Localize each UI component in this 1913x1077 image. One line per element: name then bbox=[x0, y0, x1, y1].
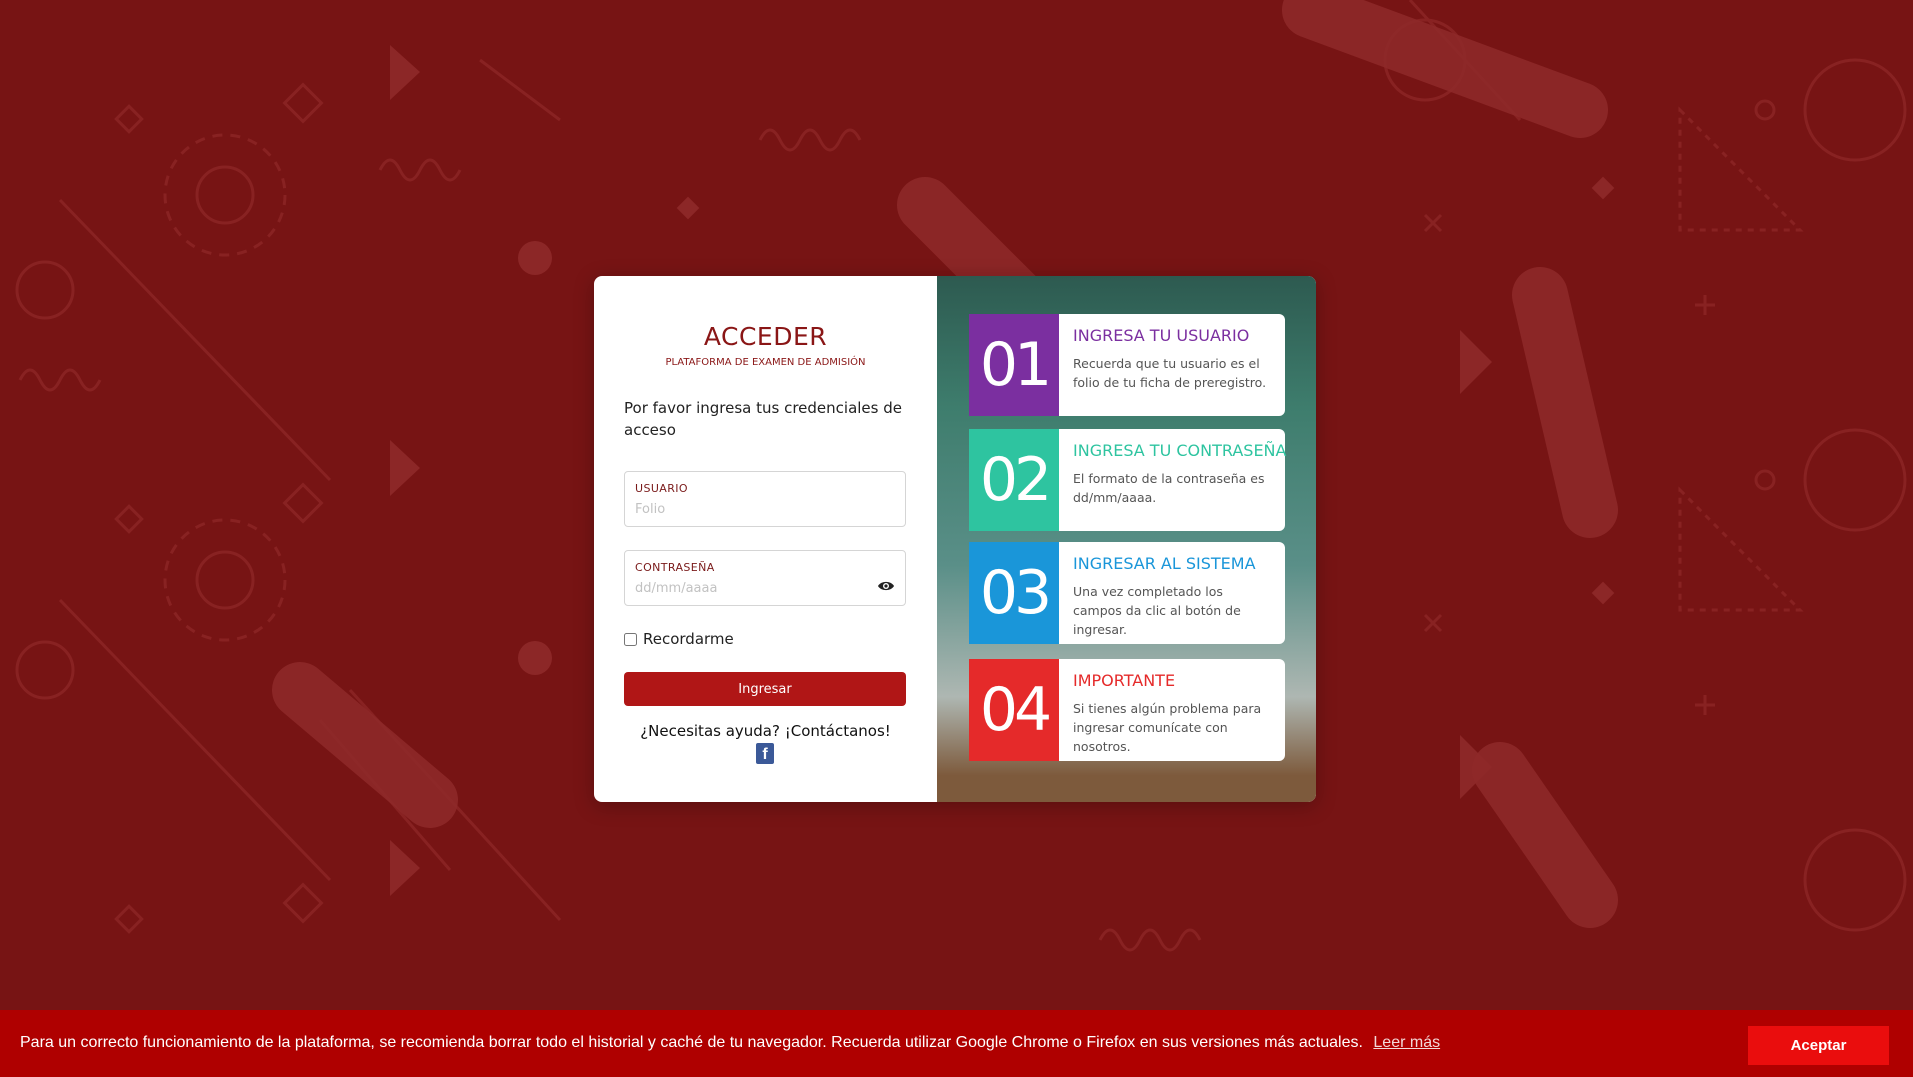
facebook-icon[interactable]: f bbox=[756, 743, 774, 764]
instructions-panel: 01 INGRESA TU USUARIO Recuerda que tu usua… bbox=[937, 276, 1316, 802]
password-input[interactable] bbox=[635, 579, 865, 597]
step-card: 04 IMPORTANTE Si tienes algún problema par… bbox=[969, 659, 1285, 761]
remember-me[interactable]: Recordarme bbox=[624, 629, 734, 649]
step-text: Una vez completado los campos da clic al… bbox=[1073, 584, 1241, 637]
cookie-message: Para un correcto funcionamiento de la pl… bbox=[20, 1034, 1363, 1051]
step-content: INGRESA TU USUARIO Recuerda que tu usuari… bbox=[1059, 314, 1285, 416]
step-text: El formato de la contraseña es dd/mm/aaa… bbox=[1073, 471, 1265, 505]
step-number: 02 bbox=[969, 429, 1059, 531]
accept-cookies-button[interactable]: Aceptar bbox=[1748, 1026, 1889, 1065]
step-number: 04 bbox=[969, 659, 1059, 761]
step-number: 03 bbox=[969, 542, 1059, 644]
step-content: INGRESA TU CONTRASEÑA El formato de la co… bbox=[1059, 429, 1287, 531]
login-card: ACCEDER PLATAFORMA DE EXAMEN DE ADMISIÓN… bbox=[594, 276, 1316, 802]
login-button[interactable]: Ingresar bbox=[624, 672, 906, 706]
cookie-banner: Para un correcto funcionamiento de la pl… bbox=[0, 1010, 1913, 1077]
step-text: Recuerda que tu usuario es el folio de t… bbox=[1073, 356, 1267, 390]
remember-checkbox[interactable] bbox=[624, 632, 637, 646]
username-field[interactable]: USUARIO bbox=[624, 471, 906, 527]
password-field[interactable]: CONTRASEÑA bbox=[624, 550, 906, 606]
step-title: INGRESA TU USUARIO bbox=[1073, 326, 1250, 345]
read-more-link[interactable]: Leer más bbox=[1373, 1034, 1440, 1051]
username-input[interactable] bbox=[635, 500, 865, 518]
cookie-message-row: Para un correcto funcionamiento de la pl… bbox=[20, 1034, 1440, 1052]
step-title: INGRESAR AL SISTEMA bbox=[1073, 554, 1256, 573]
step-content: INGRESAR AL SISTEMA Una vez completado lo… bbox=[1059, 542, 1285, 644]
login-instructions: Por favor ingresa tus credenciales de ac… bbox=[624, 399, 902, 439]
step-title: INGRESA TU CONTRASEÑA bbox=[1073, 441, 1287, 460]
username-label: USUARIO bbox=[635, 482, 688, 495]
login-title: ACCEDER bbox=[703, 322, 828, 351]
step-content: IMPORTANTE Si tienes algún problema para … bbox=[1059, 659, 1285, 761]
help-text: ¿Necesitas ayuda? ¡Contáctanos! bbox=[640, 722, 891, 740]
step-number: 01 bbox=[969, 314, 1059, 416]
remember-label: Recordarme bbox=[643, 630, 734, 648]
eye-icon[interactable] bbox=[877, 579, 895, 593]
password-label: CONTRASEÑA bbox=[635, 561, 715, 574]
login-form: ACCEDER PLATAFORMA DE EXAMEN DE ADMISIÓN… bbox=[594, 276, 937, 802]
step-card: 03 INGRESAR AL SISTEMA Una vez completado … bbox=[969, 542, 1285, 644]
step-text: Si tienes algún problema para ingresar c… bbox=[1073, 701, 1262, 754]
step-card: 02 INGRESA TU CONTRASEÑA El formato de la … bbox=[969, 429, 1287, 531]
step-card: 01 INGRESA TU USUARIO Recuerda que tu usua… bbox=[969, 314, 1285, 416]
step-title: IMPORTANTE bbox=[1073, 671, 1176, 690]
login-subtitle: PLATAFORMA DE EXAMEN DE ADMISIÓN bbox=[665, 357, 866, 368]
